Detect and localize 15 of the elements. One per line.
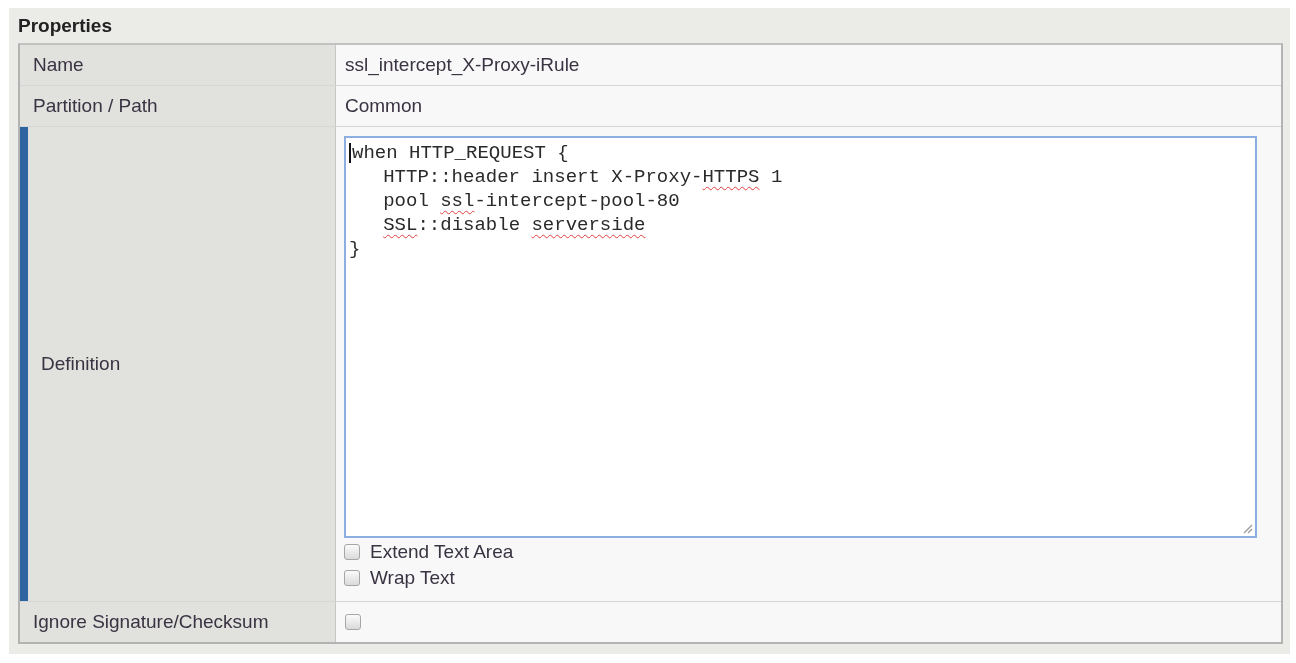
label-cell: Ignore Signature/Checksum bbox=[20, 602, 335, 642]
section-title: Properties bbox=[18, 14, 112, 37]
resize-grip-icon[interactable] bbox=[1241, 522, 1253, 534]
code-editor[interactable]: when HTTP_REQUEST { HTTP::header insert X-Proxy-HTTPS 1 pool ssl-intercept-pool-80 SSL::disable serverside } bbox=[344, 136, 1257, 538]
label-cell: Name bbox=[20, 45, 335, 85]
checkbox-label: Extend Text Area bbox=[370, 541, 514, 563]
label-cell: Partition / Path bbox=[20, 86, 335, 126]
value-cell: Common bbox=[335, 86, 1281, 126]
text-cursor bbox=[349, 143, 351, 163]
checkbox[interactable] bbox=[344, 544, 360, 560]
checkbox-label: Wrap Text bbox=[370, 567, 455, 589]
checkbox[interactable] bbox=[345, 614, 361, 630]
value-cell: ssl_intercept_X-Proxy-iRule bbox=[335, 45, 1281, 85]
checkbox[interactable] bbox=[344, 570, 360, 586]
label-cell: Definition bbox=[20, 127, 335, 601]
